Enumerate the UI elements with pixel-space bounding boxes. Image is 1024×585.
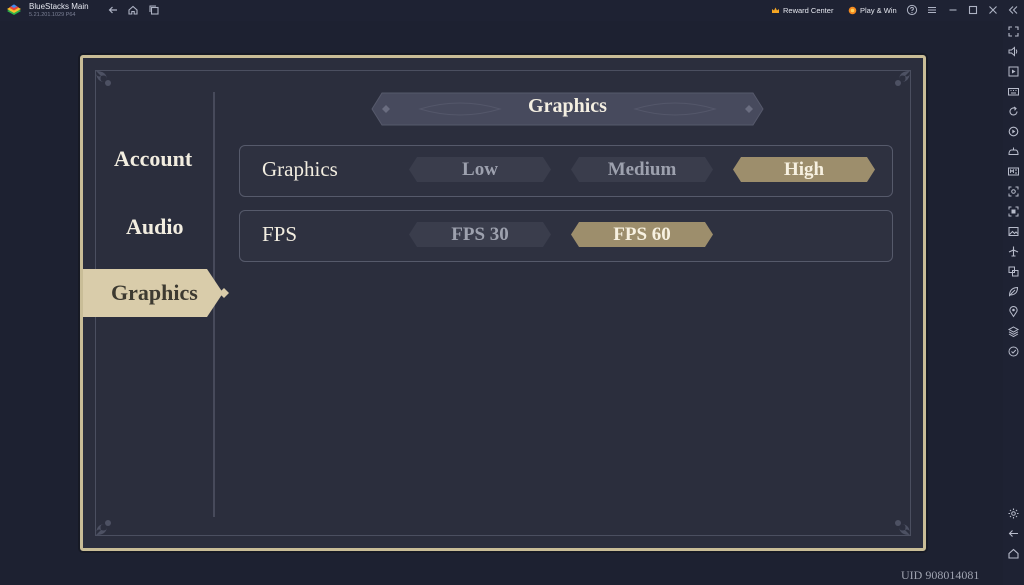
window-title: BlueStacks Main (29, 2, 89, 11)
option-medium-label: Medium (607, 159, 677, 180)
eco-mode-icon[interactable] (1007, 285, 1020, 298)
corner-ornament-icon (93, 508, 123, 538)
home-nav-icon[interactable] (1007, 547, 1020, 560)
record-icon[interactable] (1007, 205, 1020, 218)
layers-icon[interactable] (1007, 325, 1020, 338)
help-icon[interactable] (906, 4, 918, 16)
rotate-icon[interactable] (1007, 105, 1020, 118)
home-icon[interactable] (127, 4, 139, 16)
page-title: Graphics (528, 95, 607, 117)
setting-row-graphics: Graphics Low Medium High (239, 145, 893, 197)
option-fps-60-label: FPS 60 (613, 224, 671, 245)
back-nav-icon[interactable] (1007, 527, 1020, 540)
realtime-translate-icon[interactable] (1007, 345, 1020, 358)
setting-label-graphics: Graphics (262, 157, 338, 181)
gallery-icon[interactable] (1007, 225, 1020, 238)
multi-instance-sync-icon[interactable] (1007, 265, 1020, 278)
minimize-icon[interactable] (947, 4, 959, 16)
collapse-sidebar-icon[interactable] (1007, 4, 1019, 16)
corner-ornament-icon (93, 68, 123, 98)
replay-icon[interactable] (1007, 125, 1020, 138)
back-icon[interactable] (107, 4, 119, 16)
reward-center-button[interactable]: Reward Center (768, 3, 836, 18)
volume-icon[interactable] (1007, 45, 1020, 58)
corner-ornament-icon (883, 68, 913, 98)
nav-item-audio[interactable]: Audio (126, 214, 183, 240)
keyboard-controls-icon[interactable] (1007, 85, 1020, 98)
bluestacks-sidebar (1003, 21, 1024, 585)
bluestacks-logo-icon (6, 3, 22, 17)
option-high[interactable]: High (733, 157, 875, 182)
app-version: 5.21.201.1029 P64 (29, 12, 76, 18)
settings-panel: Graphics Account Audio Graphics Graphics… (80, 55, 926, 551)
menu-icon[interactable] (926, 4, 938, 16)
airplane-icon[interactable] (1007, 245, 1020, 258)
play-win-button[interactable]: Play & Win (845, 3, 900, 18)
setting-label-fps: FPS (262, 222, 298, 246)
option-low-label: Low (462, 159, 498, 180)
coin-icon (848, 6, 857, 15)
fullscreen-icon[interactable] (1007, 25, 1020, 38)
nav-item-graphics[interactable]: Graphics (111, 280, 198, 306)
game-viewport: Graphics Account Audio Graphics Graphics… (0, 21, 1003, 585)
corner-ornament-icon (883, 508, 913, 538)
crown-icon (771, 6, 780, 15)
uid-label: UID 908014081 (901, 568, 980, 582)
reward-center-label: Reward Center (783, 6, 834, 15)
option-low[interactable]: Low (409, 157, 551, 182)
location-icon[interactable] (1007, 305, 1020, 318)
option-medium[interactable]: Medium (571, 157, 713, 182)
option-fps-60[interactable]: FPS 60 (571, 222, 713, 247)
screenshot-icon[interactable] (1007, 185, 1020, 198)
bluestacks-titlebar: BlueStacks Main 5.21.201.1029 P64 Reward… (0, 0, 1024, 21)
option-fps-30[interactable]: FPS 30 (409, 222, 551, 247)
nav-item-account[interactable]: Account (114, 146, 192, 172)
multi-instance-icon[interactable] (148, 4, 160, 16)
settings-icon[interactable] (1007, 507, 1020, 520)
maximize-icon[interactable] (967, 4, 979, 16)
option-fps-30-label: FPS 30 (451, 224, 509, 245)
option-high-label: High (783, 159, 825, 180)
macro-icon[interactable] (1007, 165, 1020, 178)
setting-row-fps: FPS FPS 30 FPS 60 (239, 210, 893, 262)
gamepad-icon[interactable] (1007, 145, 1020, 158)
close-icon[interactable] (987, 4, 999, 16)
media-manager-icon[interactable] (1007, 65, 1020, 78)
play-win-label: Play & Win (860, 6, 897, 15)
